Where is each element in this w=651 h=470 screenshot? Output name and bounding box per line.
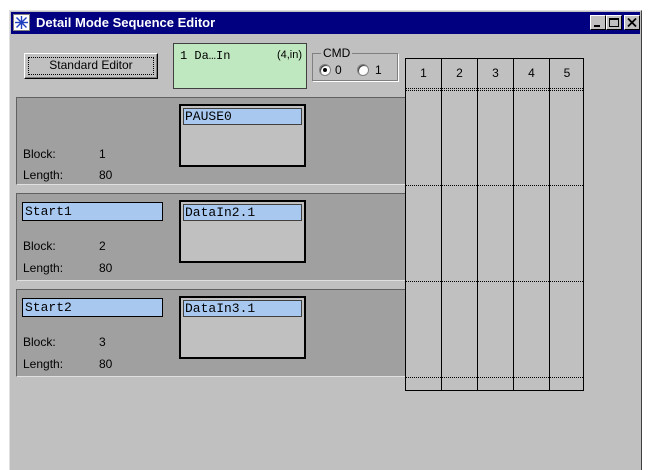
- length-label: Length:: [23, 168, 64, 182]
- length-value: 80: [99, 168, 113, 182]
- start-label-field[interactable]: Start1: [22, 202, 163, 221]
- close-button[interactable]: [624, 15, 640, 30]
- sequence-block-2[interactable]: Start1 Block: 2 Length: 80 DataIn2.1: [16, 193, 408, 281]
- timing-grid[interactable]: 1 2 3 4 5: [405, 58, 584, 391]
- data-box-title: DataIn3.1: [183, 300, 302, 317]
- grid-column[interactable]: 5: [550, 59, 584, 390]
- sequence-block-3[interactable]: Start2 Block: 3 Length: 80 DataIn3.1: [16, 289, 408, 377]
- cmd-legend: CMD: [321, 46, 353, 60]
- grid-row-divider: [406, 377, 583, 378]
- block-number: 3: [99, 335, 106, 349]
- block-label: Block:: [23, 239, 56, 253]
- grid-column-header: 3: [492, 66, 499, 80]
- standard-editor-label: Standard Editor: [28, 57, 154, 75]
- maximize-icon: [609, 18, 619, 27]
- data-box-title: PAUSE0: [183, 108, 302, 125]
- grid-column[interactable]: 4: [514, 59, 550, 390]
- maximize-button[interactable]: [606, 15, 622, 30]
- length-value: 80: [99, 357, 113, 371]
- data-box[interactable]: DataIn2.1: [179, 200, 306, 263]
- start-label-field[interactable]: Start2: [22, 298, 163, 317]
- data-box[interactable]: PAUSE0: [179, 104, 306, 167]
- grid-row-divider: [406, 185, 583, 186]
- close-icon: [627, 17, 637, 28]
- data-box[interactable]: DataIn3.1: [179, 296, 306, 359]
- grid-column[interactable]: 3: [478, 59, 514, 390]
- grid-column-header: 5: [563, 66, 571, 80]
- cmd-radio-1-label: 1: [375, 63, 382, 77]
- grid-column-header: 1: [420, 66, 427, 80]
- block-number: 2: [99, 239, 106, 253]
- cmd-group: CMD 0 1: [312, 46, 398, 81]
- minimize-button[interactable]: [590, 15, 606, 30]
- length-label: Length:: [23, 261, 64, 275]
- title-bar[interactable]: Detail Mode Sequence Editor: [11, 12, 640, 34]
- standard-editor-button[interactable]: Standard Editor: [24, 53, 158, 79]
- grid-column-header: 2: [456, 66, 463, 80]
- selected-item-info: (4,in): [276, 49, 302, 61]
- data-box-title: DataIn2.1: [183, 204, 302, 221]
- grid-row-divider: [406, 88, 583, 89]
- window-title: Detail Mode Sequence Editor: [36, 15, 216, 30]
- grid-column[interactable]: 2: [442, 59, 478, 390]
- length-value: 80: [99, 261, 113, 275]
- selected-item-name: 1 Da…In: [180, 49, 231, 63]
- cmd-radio-0[interactable]: [319, 64, 331, 76]
- minimize-icon: [594, 25, 600, 27]
- selected-item-box[interactable]: 1 Da…In (4,in): [173, 43, 307, 89]
- length-label: Length:: [23, 357, 64, 371]
- cmd-radio-1[interactable]: [357, 64, 369, 76]
- asterisk-snowflake-icon[interactable]: [13, 14, 30, 31]
- block-label: Block:: [23, 335, 56, 349]
- sequence-block-1[interactable]: Block: 1 Length: 80 PAUSE0: [16, 97, 408, 185]
- grid-row-divider: [406, 281, 583, 282]
- block-number: 1: [99, 147, 106, 161]
- cmd-radio-0-label: 0: [335, 63, 342, 77]
- sequence-editor-window: Detail Mode Sequence Editor Standard Edi…: [9, 10, 642, 470]
- grid-row-divider: [406, 90, 583, 91]
- grid-column-header: 4: [528, 66, 535, 80]
- block-label: Block:: [23, 147, 56, 161]
- grid-column[interactable]: 1: [406, 59, 442, 390]
